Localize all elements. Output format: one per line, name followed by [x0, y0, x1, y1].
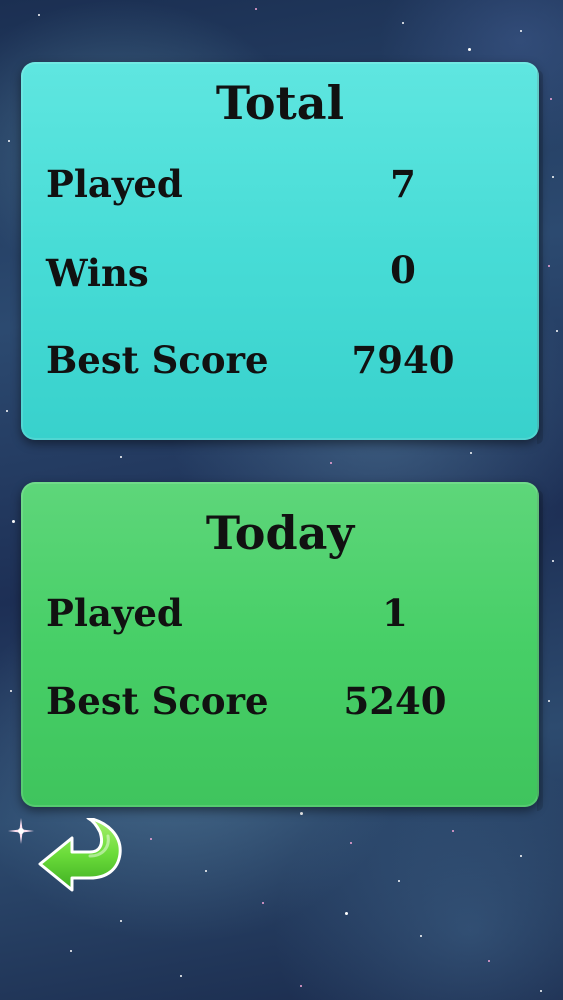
- today-title: Today: [205, 506, 355, 560]
- total-wins-value: 0: [390, 248, 416, 292]
- today-best-score-row: Best Score 5240: [21, 683, 539, 723]
- total-wins-row: Wins 0: [21, 252, 539, 292]
- total-title: Total: [215, 76, 345, 130]
- today-stats-panel: Today Played 1 Best Score 5240: [21, 482, 543, 811]
- today-played-value: 1: [382, 591, 408, 635]
- total-wins-label: Wins: [46, 251, 149, 295]
- total-stats-panel: Total Played 7 Wins 0 Best Score 7940: [21, 62, 543, 444]
- today-best-score-value: 5240: [343, 679, 447, 723]
- sparkle-icon: [8, 818, 34, 844]
- total-best-score-row: Best Score 7940: [21, 342, 539, 382]
- today-best-score-label: Best Score: [46, 679, 269, 723]
- back-button[interactable]: [38, 816, 124, 892]
- today-played-label: Played: [46, 591, 183, 635]
- today-played-row: Played 1: [21, 595, 539, 635]
- total-best-score-value: 7940: [351, 338, 455, 382]
- total-best-score-label: Best Score: [46, 338, 269, 382]
- total-played-row: Played 7: [21, 166, 539, 206]
- total-played-label: Played: [46, 162, 183, 206]
- back-arrow-icon: [38, 816, 122, 892]
- total-played-value: 7: [390, 162, 416, 206]
